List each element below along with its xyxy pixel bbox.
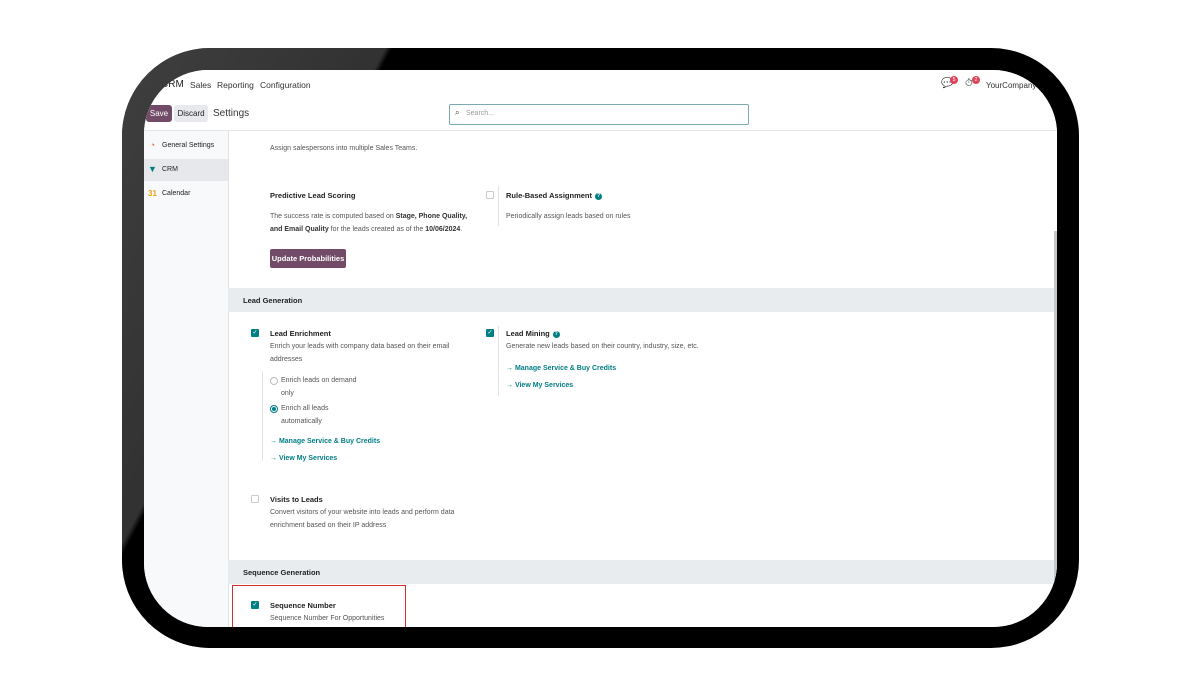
sidebar-item-label: Calendar xyxy=(162,190,191,197)
visits-to-leads-checkbox[interactable] xyxy=(251,495,259,503)
sidebar-item-crm[interactable]: ▼ CRM xyxy=(144,159,228,181)
visits-to-leads-description-1: Convert visitors of your website into le… xyxy=(270,509,455,516)
page-title: Settings xyxy=(213,108,250,119)
enrich-all-radio[interactable] xyxy=(270,405,278,413)
odoo-icon: ◔ xyxy=(149,140,156,150)
company-switcher[interactable]: YourCompany xyxy=(986,81,1036,90)
menu-configuration[interactable]: Configuration xyxy=(260,80,311,90)
enrich-all-label-1: Enrich all leads xyxy=(281,405,329,412)
update-probabilities-button[interactable]: Update Probabilities xyxy=(270,249,346,268)
highlight-box xyxy=(232,585,406,627)
discard-button[interactable]: Discard xyxy=(174,105,208,122)
lead-enrichment-checkbox[interactable]: ✓ xyxy=(251,329,259,337)
rule-based-description: Periodically assign leads based on rules xyxy=(506,213,631,220)
enrich-all-label-2: automatically xyxy=(281,418,322,425)
scrollbar[interactable] xyxy=(1054,231,1057,627)
lead-enrichment-description-1: Enrich your leads with company data base… xyxy=(270,343,450,350)
lead-enrichment-description-2: addresses xyxy=(270,356,303,363)
content-divider xyxy=(228,131,229,627)
lead-mining-title: Lead Mining? xyxy=(506,329,560,338)
save-button[interactable]: Save xyxy=(146,105,172,122)
lead-enrichment-title: Lead Enrichment xyxy=(270,329,331,338)
sidebar-item-label: General Settings xyxy=(162,142,215,149)
section-lead-generation: Lead Generation xyxy=(228,288,1055,312)
section-title: Sequence Generation xyxy=(243,568,321,577)
enrich-on-demand-label-1: Enrich leads on demand xyxy=(281,377,357,384)
options-divider xyxy=(262,371,263,461)
rule-based-title: Rule-Based Assignment? xyxy=(506,191,602,200)
menu-sales[interactable]: Sales xyxy=(190,80,211,90)
rule-based-checkbox[interactable] xyxy=(486,191,494,199)
sidebar-item-general-settings[interactable]: ◔ General Settings xyxy=(144,135,228,157)
view-services-link[interactable]: → View My Services xyxy=(270,455,337,462)
lead-mining-description: Generate new leads based on their countr… xyxy=(506,343,699,350)
search-icon: ⌕ xyxy=(455,108,460,117)
lead-mining-checkbox[interactable]: ✓ xyxy=(486,329,494,337)
sidebar-item-label: CRM xyxy=(162,166,178,173)
enrich-on-demand-radio[interactable] xyxy=(270,377,278,385)
app-screen: CRM Sales Reporting Configuration 💬 5 ⏱ … xyxy=(144,70,1057,627)
help-icon[interactable]: ? xyxy=(595,193,602,200)
setting-divider xyxy=(498,186,499,226)
app-name[interactable]: CRM xyxy=(161,79,184,90)
user-avatar[interactable] xyxy=(1039,77,1053,91)
setting-divider xyxy=(498,326,499,396)
predictive-scoring-title: Predictive Lead Scoring xyxy=(270,191,356,200)
settings-content: Assign salespersons into multiple Sales … xyxy=(228,131,1057,627)
activities-badge: 2 xyxy=(972,76,980,84)
search-input[interactable]: ⌕ Search... xyxy=(449,104,749,125)
top-navbar: CRM Sales Reporting Configuration 💬 5 ⏱ … xyxy=(144,70,1057,101)
sidebar-item-calendar[interactable]: 31 Calendar xyxy=(144,183,228,205)
enrich-on-demand-label-2: only xyxy=(281,390,294,397)
menu-reporting[interactable]: Reporting xyxy=(217,80,254,90)
section-title: Lead Generation xyxy=(243,296,303,305)
calendar-icon: 31 xyxy=(148,189,157,198)
mining-manage-service-link[interactable]: → Manage Service & Buy Credits xyxy=(506,365,616,372)
sales-teams-description: Assign salespersons into multiple Sales … xyxy=(270,145,418,152)
control-panel: Save Discard Settings ⌕ Search... xyxy=(144,100,1057,131)
device-frame: CRM Sales Reporting Configuration 💬 5 ⏱ … xyxy=(122,48,1079,648)
messages-badge: 5 xyxy=(950,76,958,84)
visits-to-leads-description-2: enrichment based on their IP address xyxy=(270,522,387,529)
crm-icon: ▼ xyxy=(148,164,157,174)
settings-sidebar: ◔ General Settings ▼ CRM 31 Calendar xyxy=(144,131,229,627)
section-sequence-generation: Sequence Generation xyxy=(228,560,1055,584)
mining-view-services-link[interactable]: → View My Services xyxy=(506,382,573,389)
help-icon[interactable]: ? xyxy=(552,331,560,338)
search-placeholder: Search... xyxy=(466,110,495,117)
manage-service-link[interactable]: → Manage Service & Buy Credits xyxy=(270,438,380,445)
visits-to-leads-title: Visits to Leads xyxy=(270,495,323,504)
predictive-scoring-description: The success rate is computed based on St… xyxy=(270,213,468,233)
